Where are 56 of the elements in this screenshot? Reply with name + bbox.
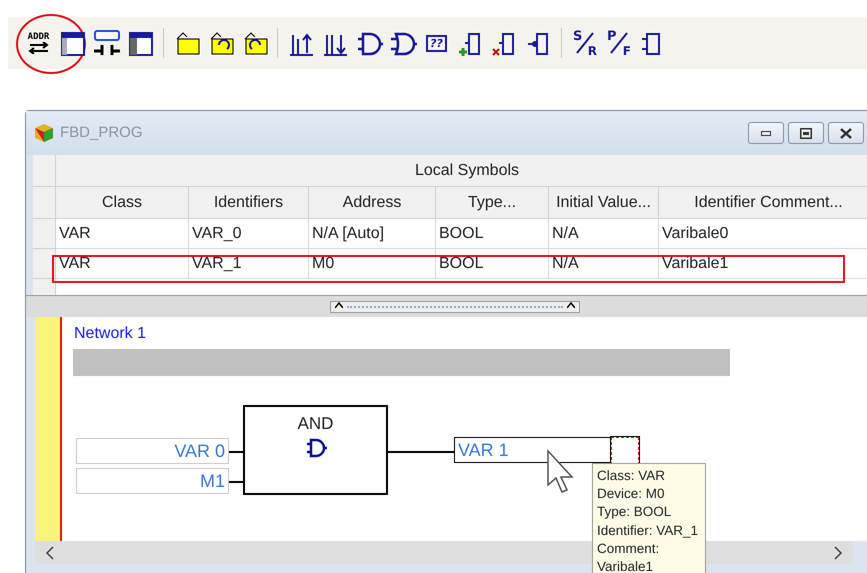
- tooltip-line: Class: VAR: [597, 467, 666, 485]
- tooltip-line: Comment:: [597, 540, 660, 558]
- table-cell: N/A: [549, 219, 659, 249]
- address-button[interactable]: ADDR: [24, 27, 53, 59]
- mouse-cursor-icon: [546, 449, 576, 495]
- cube-icon: [34, 123, 54, 143]
- tooltip-line: Type: BOOL: [597, 503, 672, 522]
- tooltip-line: Device: M0: [597, 485, 666, 504]
- caret-up-icon: [567, 302, 575, 308]
- row-header[interactable]: [33, 249, 56, 279]
- column-header: Type...: [436, 187, 549, 219]
- table-cell: Varibale1: [659, 249, 867, 279]
- scroll-left-icon: [45, 546, 55, 560]
- comment-icon: [92, 29, 120, 57]
- window-icon: [58, 29, 86, 57]
- scroll-right-icon: [833, 546, 843, 560]
- table-cell: VAR: [56, 249, 189, 279]
- minimize-icon: [761, 130, 771, 136]
- tooltip-line: Identifier: VAR_1: [597, 522, 700, 540]
- input-variable-field[interactable]: M1: [76, 468, 229, 494]
- window-title: FBD_PROG: [60, 122, 143, 143]
- column-header: Identifiers: [189, 187, 309, 219]
- contact-button[interactable]: P F: [604, 27, 633, 59]
- window-icon: [126, 29, 154, 57]
- column-header: Class: [56, 187, 189, 219]
- table-cell: N/A: [549, 249, 659, 279]
- table-cell: BOOL: [436, 249, 549, 279]
- contact-button[interactable]: S R: [570, 27, 599, 59]
- splitter-handle[interactable]: [330, 300, 580, 312]
- close-button[interactable]: [828, 122, 864, 144]
- table-cell: VAR_0: [189, 219, 309, 249]
- input-variable-field[interactable]: VAR 0: [76, 438, 229, 464]
- maximize-button[interactable]: [788, 122, 824, 144]
- column-header: Identifier Comment...: [659, 187, 867, 219]
- table-cell: M0: [309, 249, 436, 279]
- column-header: Address: [309, 187, 436, 219]
- caret-up-icon: [335, 302, 343, 308]
- table-cell: VAR_1: [189, 249, 309, 279]
- table-title: Local Symbols: [56, 155, 867, 187]
- swap-arrows-icon: [28, 42, 50, 54]
- column-header: Initial Value...: [549, 187, 659, 219]
- close-icon: [840, 128, 852, 138]
- table-cell: BOOL: [436, 219, 549, 249]
- table-cell: VAR: [56, 219, 189, 249]
- tooltip-line: Varibale1: [597, 558, 654, 573]
- and-gate-icon: [304, 436, 326, 458]
- minimize-button[interactable]: [748, 122, 784, 144]
- row-header: [33, 187, 56, 219]
- function-block-button[interactable]: ??: [422, 27, 451, 59]
- network-label: Network 1: [74, 324, 146, 344]
- output-coil-placeholder[interactable]: [611, 437, 639, 465]
- restore-icon: [800, 128, 812, 138]
- table-cell: N/A [Auto]: [309, 219, 436, 249]
- and-function-block: AND: [243, 405, 388, 495]
- table-cell: Varibale0: [659, 219, 867, 249]
- row-header: [33, 155, 56, 187]
